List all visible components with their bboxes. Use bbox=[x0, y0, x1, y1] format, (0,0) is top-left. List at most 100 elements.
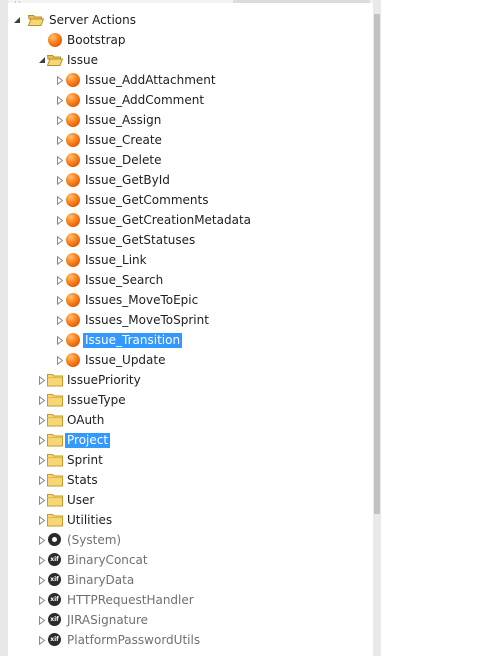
collapsed-arrow-icon[interactable] bbox=[55, 190, 65, 210]
tree-item-project[interactable]: Project bbox=[8, 430, 373, 450]
tree-item-jirasignature[interactable]: xif JIRASignature bbox=[8, 610, 373, 630]
collapsed-arrow-icon[interactable] bbox=[55, 310, 65, 330]
collapsed-arrow-icon[interactable] bbox=[55, 270, 65, 290]
extension-icon-text: xif bbox=[48, 633, 61, 646]
collapsed-arrow-icon[interactable] bbox=[37, 550, 47, 570]
top-tab[interactable] bbox=[233, 0, 370, 3]
tree-item-label: (System) bbox=[67, 533, 122, 547]
tree-item-issues-movetosprint[interactable]: Issues_MoveToSprint bbox=[8, 310, 373, 330]
tree-item-issue-getcomments[interactable]: Issue_GetComments bbox=[8, 190, 373, 210]
collapsed-arrow-icon[interactable] bbox=[37, 490, 47, 510]
collapsed-arrow-icon[interactable] bbox=[55, 330, 65, 350]
tree-item-sprint[interactable]: Sprint bbox=[8, 450, 373, 470]
tree-item-issue-getstatuses[interactable]: Issue_GetStatuses bbox=[8, 230, 373, 250]
collapsed-arrow-icon[interactable] bbox=[37, 510, 47, 530]
tree-item-issuepriority[interactable]: IssuePriority bbox=[8, 370, 373, 390]
tree-item-issue[interactable]: Issue bbox=[8, 50, 373, 70]
tree-item-label: Issue_GetStatuses bbox=[85, 233, 196, 247]
collapsed-arrow-icon[interactable] bbox=[55, 250, 65, 270]
collapsed-arrow-icon[interactable] bbox=[55, 130, 65, 150]
tree-item-issue-addattachment[interactable]: Issue_AddAttachment bbox=[8, 70, 373, 90]
tree-item-issue-create[interactable]: Issue_Create bbox=[8, 130, 373, 150]
tree-item-label: IssueType bbox=[67, 393, 126, 407]
server-action-icon bbox=[65, 353, 81, 367]
extension-icon: xif bbox=[47, 633, 63, 647]
collapsed-arrow-icon[interactable] bbox=[55, 230, 65, 250]
tree-item-label: Issue_Delete bbox=[85, 153, 162, 167]
tree-item-label: IssuePriority bbox=[67, 373, 141, 387]
server-action-icon bbox=[65, 313, 81, 327]
tree-item-label: Issues_MoveToSprint bbox=[85, 313, 209, 327]
tree-item-issuetype[interactable]: IssueType bbox=[8, 390, 373, 410]
scrollbar-thumb[interactable] bbox=[374, 14, 380, 514]
collapsed-arrow-icon[interactable] bbox=[55, 290, 65, 310]
server-action-icon bbox=[65, 113, 81, 127]
tree-item-httprequesthandler[interactable]: xif HTTPRequestHandler bbox=[8, 590, 373, 610]
collapsed-arrow-icon[interactable] bbox=[37, 430, 47, 450]
tree-item-label: Issue_Assign bbox=[85, 113, 162, 127]
collapsed-arrow-icon[interactable] bbox=[37, 590, 47, 610]
tree-item-label: Issue_GetComments bbox=[85, 193, 209, 207]
tree-item-issue-transition[interactable]: Issue_Transition bbox=[8, 330, 373, 350]
expanded-arrow-icon[interactable] bbox=[12, 10, 22, 30]
collapsed-arrow-icon[interactable] bbox=[55, 150, 65, 170]
drag-handle-icon[interactable]: ·· bbox=[14, 0, 22, 8]
collapsed-arrow-icon[interactable] bbox=[37, 610, 47, 630]
tree-item-label: Issue_GetCreationMetadata bbox=[85, 213, 252, 227]
collapsed-arrow-icon[interactable] bbox=[55, 90, 65, 110]
collapsed-arrow-icon[interactable] bbox=[55, 210, 65, 230]
tree-item-label: Issue_Update bbox=[85, 353, 166, 367]
collapsed-arrow-icon[interactable] bbox=[55, 70, 65, 90]
tree-item-issue-search[interactable]: Issue_Search bbox=[8, 270, 373, 290]
vertical-scrollbar[interactable] bbox=[373, 0, 381, 656]
tree-item-label: User bbox=[67, 493, 95, 507]
folder-icon bbox=[47, 513, 63, 527]
collapsed-arrow-icon[interactable] bbox=[37, 410, 47, 430]
tree-item-bootstrap[interactable]: Bootstrap bbox=[8, 30, 373, 50]
server-action-icon bbox=[65, 213, 81, 227]
tree-item-label: PlatformPasswordUtils bbox=[67, 633, 201, 647]
tree-root-server-actions[interactable]: Server Actions bbox=[8, 10, 373, 30]
tree-item-issue-getcreationmetadata[interactable]: Issue_GetCreationMetadata bbox=[8, 210, 373, 230]
collapsed-arrow-icon[interactable] bbox=[37, 630, 47, 650]
tree-item-issue-link[interactable]: Issue_Link bbox=[8, 250, 373, 270]
server-action-icon bbox=[65, 193, 81, 207]
tree-item-issue-delete[interactable]: Issue_Delete bbox=[8, 150, 373, 170]
collapsed-arrow-icon[interactable] bbox=[37, 470, 47, 490]
tree-item-label: JIRASignature bbox=[67, 613, 149, 627]
server-action-icon bbox=[65, 333, 81, 347]
tree-item-platformpasswordutils[interactable]: xif PlatformPasswordUtils bbox=[8, 630, 373, 650]
tree-item-label: Issue_Transition bbox=[83, 333, 183, 348]
tree-item-issues-movetoepic[interactable]: Issues_MoveToEpic bbox=[8, 290, 373, 310]
extension-icon: xif bbox=[47, 613, 63, 627]
tree-item-label: Issue_Create bbox=[85, 133, 162, 147]
tree-item-label: Issues_MoveToEpic bbox=[85, 293, 199, 307]
expanded-arrow-icon[interactable] bbox=[37, 50, 47, 70]
tree-item-label: OAuth bbox=[67, 413, 105, 427]
tree-item-utilities[interactable]: Utilities bbox=[8, 510, 373, 530]
collapsed-arrow-icon[interactable] bbox=[37, 450, 47, 470]
collapsed-arrow-icon[interactable] bbox=[55, 110, 65, 130]
tree-root-label: Server Actions bbox=[49, 13, 136, 27]
open-folder-icon bbox=[46, 53, 64, 67]
tree-item-binaryconcat[interactable]: xif BinaryConcat bbox=[8, 550, 373, 570]
server-action-icon bbox=[65, 293, 81, 307]
tree-item-issue-addcomment[interactable]: Issue_AddComment bbox=[8, 90, 373, 110]
collapsed-arrow-icon[interactable] bbox=[37, 530, 47, 550]
collapsed-arrow-icon[interactable] bbox=[55, 350, 65, 370]
tree-item-system[interactable]: (System) bbox=[8, 530, 373, 550]
collapsed-arrow-icon[interactable] bbox=[37, 370, 47, 390]
tree-item-oauth[interactable]: OAuth bbox=[8, 410, 373, 430]
open-folder-icon bbox=[27, 13, 45, 27]
tree-item-issue-getbyid[interactable]: Issue_GetById bbox=[8, 170, 373, 190]
tree-item-user[interactable]: User bbox=[8, 490, 373, 510]
tree-item-stats[interactable]: Stats bbox=[8, 470, 373, 490]
collapsed-arrow-icon[interactable] bbox=[55, 170, 65, 190]
tree-item-label: Issue_AddComment bbox=[85, 93, 205, 107]
collapsed-arrow-icon[interactable] bbox=[37, 570, 47, 590]
collapsed-arrow-icon[interactable] bbox=[37, 390, 47, 410]
tree-item-binarydata[interactable]: xif BinaryData bbox=[8, 570, 373, 590]
tree-item-issue-assign[interactable]: Issue_Assign bbox=[8, 110, 373, 130]
tree-item-issue-update[interactable]: Issue_Update bbox=[8, 350, 373, 370]
server-action-icon bbox=[65, 233, 81, 247]
